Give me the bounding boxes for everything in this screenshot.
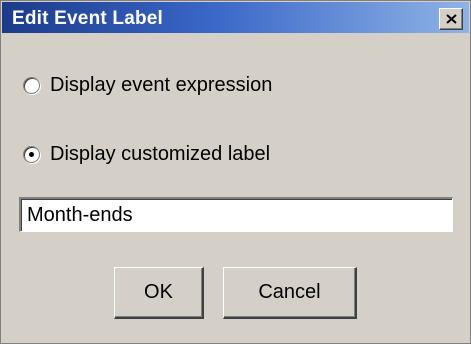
radio-button-checked[interactable]: [23, 145, 40, 163]
radio-label-customized-label: Display customized label: [50, 142, 271, 165]
radio-button-unchecked[interactable]: [23, 76, 40, 94]
radio-display-event-expression[interactable]: Display event expression: [23, 71, 272, 99]
cancel-button[interactable]: Cancel: [223, 267, 357, 319]
close-icon: [445, 14, 457, 24]
close-button[interactable]: [439, 8, 463, 30]
radio-label-event-expression: Display event expression: [50, 73, 273, 96]
custom-label-input[interactable]: [19, 197, 453, 232]
radio-display-customized-label[interactable]: Display customized label: [23, 140, 270, 168]
edit-event-label-dialog: Edit Event Label Display event expressio…: [0, 0, 471, 344]
ok-button[interactable]: OK: [114, 267, 204, 319]
dialog-title: Edit Event Label: [12, 8, 164, 29]
title-bar[interactable]: Edit Event Label: [2, 2, 469, 33]
